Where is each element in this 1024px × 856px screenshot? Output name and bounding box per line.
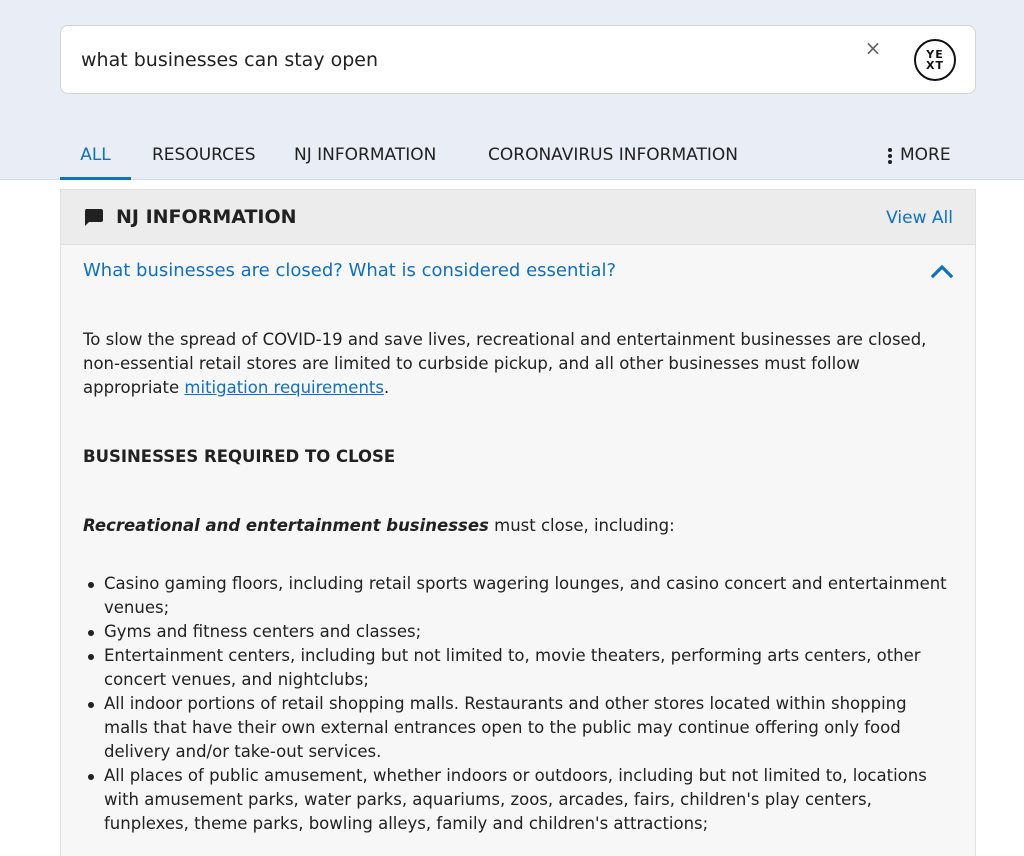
section-title: NJ INFORMATION: [116, 206, 297, 228]
list-item: All indoor portions of retail shopping m…: [83, 692, 955, 764]
search-bar: × YE XT: [60, 25, 976, 94]
tab-nj-information[interactable]: NJ INFORMATION: [294, 133, 436, 180]
intro-end: .: [383, 378, 390, 397]
close-icon: ×: [864, 36, 882, 60]
tab-resources[interactable]: RESOURCES: [152, 133, 256, 180]
tab-label: ALL: [80, 145, 111, 165]
tab-label: RESOURCES: [152, 145, 256, 165]
chat-bubble-icon: [84, 209, 103, 226]
closed-businesses-list: Casino gaming floors, including retail s…: [83, 572, 955, 836]
intro-paragraph: To slow the spread of COVID-19 and save …: [83, 328, 955, 400]
list-item: Entertainment centers, including but not…: [83, 644, 955, 692]
tab-label: NJ INFORMATION: [294, 145, 437, 165]
section-header: NJ INFORMATION View All: [61, 190, 975, 245]
mitigation-requirements-link[interactable]: mitigation requirements: [184, 378, 384, 397]
nj-information-section: NJ INFORMATION View All What businesses …: [60, 189, 976, 856]
faq-answer: To slow the spread of COVID-19 and save …: [83, 328, 955, 836]
more-vertical-icon: [888, 148, 892, 166]
tab-all[interactable]: ALL: [60, 133, 131, 180]
tab-label: MORE: [900, 145, 951, 165]
businesses-required-to-close-heading: BUSINESSES REQUIRED TO CLOSE: [83, 447, 396, 466]
view-all-link[interactable]: View All: [886, 208, 953, 228]
list-item: Gyms and fitness centers and classes;: [83, 620, 955, 644]
more-menu-button[interactable]: MORE: [888, 133, 951, 180]
list-item: Casino gaming floors, including retail s…: [83, 572, 955, 620]
lead-paragraph: Recreational and entertainment businesse…: [83, 514, 955, 538]
clear-search-button[interactable]: ×: [861, 36, 885, 60]
tab-coronavirus-information[interactable]: CORONAVIRUS INFORMATION: [488, 133, 738, 180]
lead-rest: must close, including:: [488, 516, 675, 535]
logo-text-bottom: XT: [926, 59, 944, 72]
tab-label: CORONAVIRUS INFORMATION: [488, 145, 738, 165]
vertical-tabs: ALL RESOURCES NJ INFORMATION CORONAVIRUS…: [60, 133, 976, 180]
yext-logo[interactable]: YE XT: [914, 39, 956, 81]
search-input[interactable]: [81, 46, 841, 74]
lead-emphasis: Recreational and entertainment businesse…: [83, 516, 489, 535]
chevron-up-icon[interactable]: [931, 263, 953, 279]
faq-question[interactable]: What businesses are closed? What is cons…: [83, 260, 903, 281]
list-item: All places of public amusement, whether …: [83, 764, 955, 836]
